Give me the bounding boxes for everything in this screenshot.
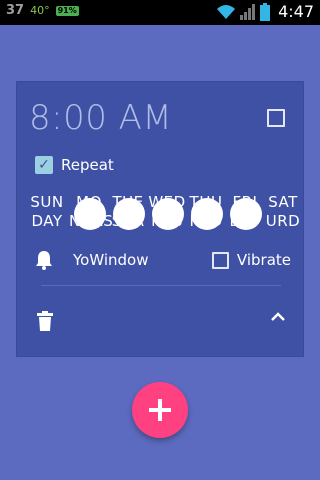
- ringtone-label: YoWindow: [73, 251, 149, 269]
- day-sun-line2: DAY: [31, 212, 63, 230]
- day-sun-line1: SUN: [30, 193, 64, 211]
- vibrate-label: Vibrate: [236, 251, 291, 269]
- clock: 4:47: [278, 2, 314, 21]
- day-mon-line1: MO: [76, 193, 102, 211]
- day-wed-line1: WED: [148, 193, 186, 211]
- battery-icon: [260, 2, 271, 21]
- add-alarm-button[interactable]: [132, 382, 188, 438]
- status-badge: 91%: [55, 5, 79, 16]
- day-thu-line1: THU: [189, 193, 223, 211]
- status-bar: 37 40° 91% 4:47: [0, 0, 320, 25]
- day-tue[interactable]: TUE SDA: [108, 193, 148, 231]
- plus-icon: [149, 399, 171, 421]
- day-wed[interactable]: WED NES: [147, 193, 187, 231]
- divider: [41, 285, 281, 286]
- day-mon-line2: NDAS: [69, 212, 114, 230]
- day-sat[interactable]: SAT URD: [263, 193, 303, 231]
- status-right: 4:47: [216, 2, 314, 21]
- weather-temp: 40°: [30, 4, 50, 17]
- day-tue-line2: SDA: [111, 212, 145, 230]
- vibrate-checkbox[interactable]: [211, 251, 229, 269]
- day-sat-line1: SAT: [268, 193, 298, 211]
- vibrate-row[interactable]: Vibrate: [211, 251, 291, 269]
- alarm-enable-checkbox[interactable]: [267, 109, 285, 127]
- day-selector: SUN DAY MO NDAS TUE SDA WED NES THU RSD …: [27, 193, 303, 235]
- day-fri-line1: FRI: [232, 193, 258, 211]
- status-number: 37: [6, 3, 25, 18]
- trash-icon[interactable]: [37, 311, 53, 331]
- day-mon[interactable]: MO NDAS: [69, 193, 114, 231]
- alarm-card[interactable]: 8:00 AM ✓ Repeat SUN DAY MO NDAS TUE SDA…: [16, 81, 304, 357]
- alarm-time[interactable]: 8:00 AM: [29, 98, 172, 138]
- day-thu-line2: RSD: [189, 212, 223, 230]
- wifi-icon: [217, 4, 236, 19]
- day-fri-line2: DAY: [229, 212, 261, 230]
- status-left: 37 40° 91%: [6, 3, 79, 18]
- day-tue-line1: TUE: [112, 193, 144, 211]
- day-thu[interactable]: THU RSD: [186, 193, 226, 231]
- day-sat-line2: URD: [265, 212, 301, 230]
- repeat-row[interactable]: ✓ Repeat: [35, 156, 114, 174]
- chevron-up-icon[interactable]: [271, 312, 285, 322]
- repeat-checkbox[interactable]: ✓: [35, 156, 53, 174]
- repeat-label: Repeat: [61, 156, 114, 174]
- day-fri[interactable]: FRI DAY: [225, 193, 265, 231]
- bell-icon: [36, 251, 52, 270]
- ringtone-row[interactable]: YoWindow: [35, 250, 149, 270]
- signal-icon: [240, 3, 256, 20]
- day-wed-line2: NES: [151, 212, 183, 230]
- day-sun[interactable]: SUN DAY: [27, 193, 67, 231]
